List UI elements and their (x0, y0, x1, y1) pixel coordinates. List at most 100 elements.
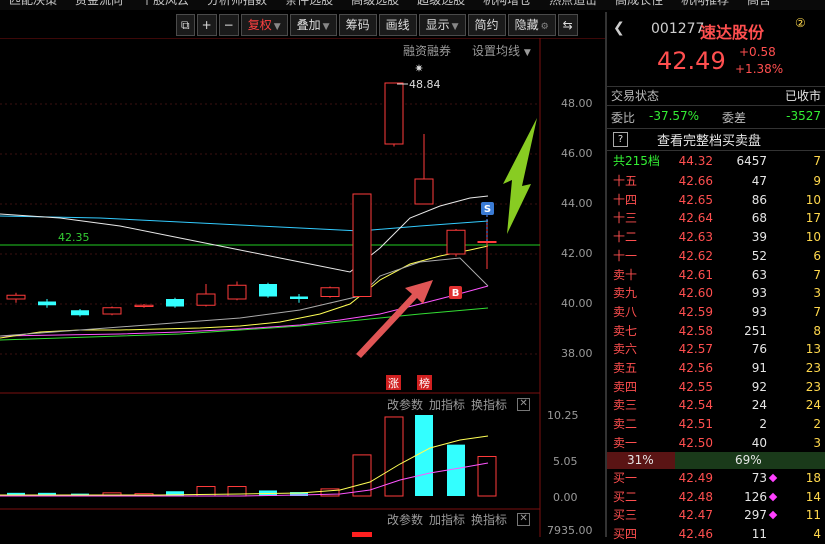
sell-row[interactable]: 十四 42.65 86 10 (607, 191, 825, 210)
ind2-switch-indicator[interactable]: 换指标 (471, 511, 507, 528)
volume-bar (447, 444, 465, 496)
level-count: 18 (805, 471, 821, 485)
badge-icon: ② (795, 16, 806, 30)
price-change-pct: +1.38% (735, 62, 784, 76)
level-count: 24 (805, 398, 821, 413)
level-count: 3 (813, 435, 821, 450)
buy-marker-label: B (452, 288, 460, 299)
level-volume: 39 (751, 230, 767, 245)
level-label: 十一 (613, 248, 638, 263)
level-count: 3 (813, 286, 821, 301)
buy-row[interactable]: 买二 42.48 126 14 (607, 488, 825, 507)
buy-row[interactable]: 买四 42.46 11 4 (607, 525, 825, 544)
level-volume: 47 (751, 174, 767, 188)
top-menu-item[interactable]: 条件选股 (276, 0, 342, 8)
sell-row[interactable]: 卖一 42.50 40 3 (607, 434, 825, 453)
zoom-out-button[interactable]: − (218, 14, 239, 36)
level-price: 42.55 (678, 379, 713, 394)
gear-icon: ⚙ (540, 22, 549, 32)
top-menu-item[interactable]: 机构推荐 (672, 0, 738, 8)
display-dropdown[interactable]: 显示 ▼ (418, 14, 466, 36)
level-count: 6 (813, 248, 821, 263)
level-price: 42.62 (678, 248, 713, 263)
total-levels-row: 共215档 44.32 6457 7 (607, 152, 825, 171)
top-menu-item[interactable]: 个股风云 (132, 0, 198, 8)
level-volume: 68 (751, 211, 767, 226)
ind2-edit-params[interactable]: 改参数 (387, 511, 423, 528)
sell-row[interactable]: 卖三 42.54 24 24 (607, 396, 825, 415)
level-label: 买一 (613, 471, 638, 485)
level-price: 42.48 (678, 489, 713, 504)
kline-chart[interactable]: ✷ 48.84 42.35 S B 涨 榜 (0, 38, 605, 537)
top-menu-item[interactable]: 资金流向 (66, 0, 132, 8)
sell-row[interactable]: 卖六 42.57 76 13 (607, 340, 825, 359)
drawline-button[interactable]: 画线 (378, 14, 417, 36)
top-menu-item[interactable]: 高含 (738, 0, 780, 8)
ind2-tick: 7935.00 (547, 524, 593, 537)
simple-button[interactable]: 简约 (467, 14, 506, 36)
ind2-add-indicator[interactable]: 加指标 (429, 511, 465, 528)
sell-row[interactable]: 十五 42.66 47 9 (607, 172, 825, 191)
sell-row[interactable]: 卖七 42.58 251 8 (607, 322, 825, 341)
ind1-edit-params[interactable]: 改参数 (387, 396, 423, 413)
level-price: 42.56 (678, 361, 713, 375)
ind1-tick-top: 10.25 (547, 409, 579, 422)
sell-row[interactable]: 卖十 42.61 63 7 (607, 266, 825, 285)
top-menu-item[interactable]: 机构增仓 (474, 0, 540, 8)
expand-panel-button[interactable]: ⇆ (557, 14, 578, 36)
top-menu-item[interactable]: 热点追击 (540, 0, 606, 8)
divider (607, 128, 825, 129)
top-menu-item[interactable]: 高成长性 (606, 0, 672, 8)
sell-row[interactable]: 十二 42.63 39 10 (607, 228, 825, 247)
zoom-in-button[interactable]: + (196, 14, 217, 36)
sell-row[interactable]: 卖八 42.59 93 7 (607, 303, 825, 322)
price-tick-label: 48.00 (561, 97, 593, 110)
sell-row[interactable]: 卖九 42.60 93 3 (607, 284, 825, 303)
close-icon[interactable]: ✕ (517, 513, 531, 526)
total-vol: 6457 (736, 154, 767, 168)
candle-body (352, 193, 372, 297)
level-label: 卖十 (613, 267, 638, 282)
sell-row[interactable]: 卖四 42.55 92 23 (607, 378, 825, 397)
ind1-switch-indicator[interactable]: 换指标 (471, 396, 507, 413)
high-star-icon: ✷ (414, 62, 423, 75)
sell-row[interactable]: 十三 42.64 68 17 (607, 209, 825, 228)
candle-body (227, 284, 247, 300)
chevron-down-icon: ▼ (322, 22, 330, 32)
collapse-arrow-icon[interactable]: ❮ (613, 20, 625, 36)
weicha-value: -3527 (786, 109, 821, 123)
display-label: 显示 (425, 18, 450, 32)
candle-body (320, 287, 340, 297)
level-price: 42.64 (678, 211, 713, 226)
ind1-add-indicator[interactable]: 加指标 (429, 396, 465, 413)
sell-row[interactable]: 卖五 42.56 91 23 (607, 359, 825, 378)
hide-dropdown[interactable]: 隐藏 ⚙ (507, 14, 556, 36)
help-icon[interactable]: ? (613, 132, 628, 147)
chips-button[interactable]: 筹码 (338, 14, 377, 36)
restore-rights-dropdown[interactable]: 复权 ▼ (240, 14, 288, 36)
level-price: 42.47 (678, 508, 713, 523)
top-menu-item[interactable]: 分析师指数 (198, 0, 276, 8)
sell-row[interactable]: 十一 42.62 52 6 (607, 247, 825, 266)
large-order-icon (768, 492, 778, 501)
candle-body (290, 296, 308, 299)
level-count: 2 (813, 417, 821, 432)
close-icon[interactable]: ✕ (517, 398, 531, 411)
buy-row[interactable]: 买三 42.47 297 11 (607, 506, 825, 525)
full-depth-button[interactable]: 查看完整档买卖盘 (657, 130, 761, 149)
total-cnt: 7 (813, 154, 821, 168)
level-price: 42.51 (678, 417, 713, 432)
overlay-dropdown[interactable]: 叠加 ▼ (289, 14, 337, 36)
price-tick-label: 42.00 (561, 247, 593, 260)
top-menu-item[interactable]: 超级选股 (408, 0, 474, 8)
level-price: 42.57 (678, 342, 713, 357)
level-volume: 24 (751, 398, 767, 413)
level-volume: 251 (744, 323, 767, 338)
level-price: 42.58 (678, 323, 713, 338)
top-menu-item[interactable]: 匹配决策 (0, 0, 66, 8)
ind1-tick-mid: 5.05 (553, 455, 578, 468)
top-menu-item[interactable]: 高级选股 (342, 0, 408, 8)
window-copy-icon[interactable]: ⧉ (176, 14, 195, 36)
buy-row[interactable]: 买一 42.49 73 18 (607, 469, 825, 488)
sell-row[interactable]: 卖二 42.51 2 2 (607, 415, 825, 434)
